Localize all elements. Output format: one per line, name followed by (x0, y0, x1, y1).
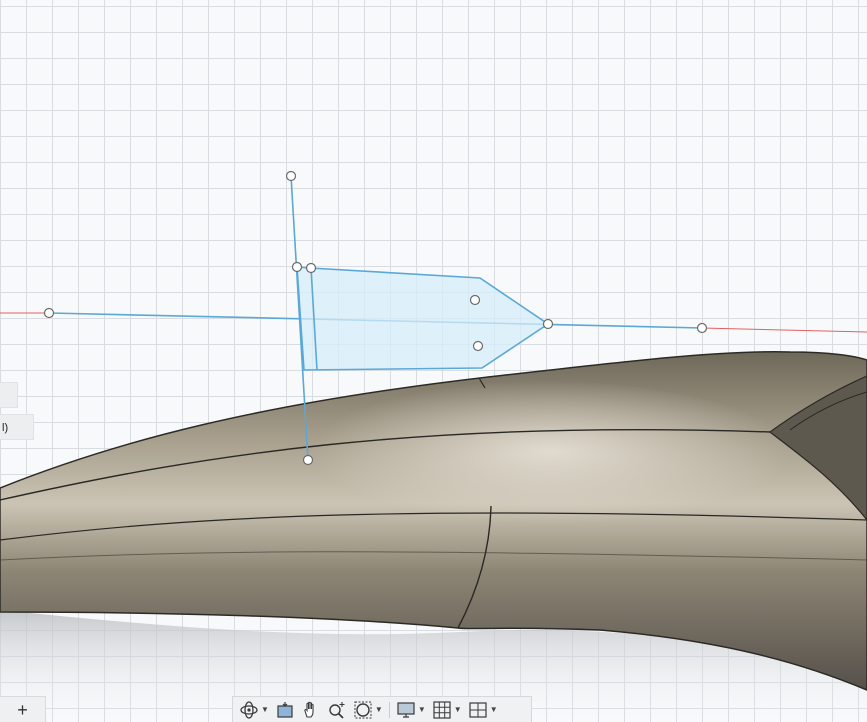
zoom-icon (329, 701, 345, 719)
sketch-point[interactable] (696, 322, 708, 334)
sketch-point[interactable] (302, 454, 314, 466)
look-at-icon (277, 701, 293, 718)
pan-button[interactable] (301, 700, 321, 720)
sketch-profile[interactable] (296, 266, 550, 371)
sketch-point[interactable] (305, 262, 317, 274)
chevron-down-icon[interactable]: ▼ (261, 705, 269, 714)
navigation-toolbar: ▼ ▼ ▼ ▼ ▼ (232, 696, 532, 722)
comments-tab-label: l) (2, 422, 9, 434)
display-settings-icon (397, 701, 415, 718)
toolbar-separator (388, 701, 390, 718)
display-settings-button[interactable]: ▼ (396, 700, 426, 720)
bottom-left-panel: + (0, 696, 46, 722)
sketch-point[interactable] (469, 294, 481, 306)
zoom-button[interactable] (327, 700, 347, 720)
grid-icon (433, 700, 451, 719)
fit-window-icon (354, 701, 372, 718)
grid-settings-button[interactable]: ▼ (432, 700, 462, 720)
pan-hand-icon (304, 701, 314, 718)
add-button[interactable]: + (17, 701, 28, 719)
chevron-down-icon[interactable]: ▼ (375, 705, 383, 714)
sketch-point[interactable] (472, 340, 484, 352)
chevron-down-icon[interactable]: ▼ (490, 705, 498, 714)
sketch-point[interactable] (43, 307, 55, 319)
orbit-button[interactable]: ▼ (239, 700, 269, 720)
look-at-button[interactable] (275, 700, 295, 720)
chevron-down-icon[interactable]: ▼ (454, 705, 462, 714)
sketch-point[interactable] (291, 261, 303, 273)
viewports-button[interactable]: ▼ (468, 700, 498, 720)
sketch-point[interactable] (285, 170, 297, 182)
canvas-viewport[interactable]: l) + ▼ ▼ ▼ ▼ ▼ (0, 0, 867, 722)
fit-window-button[interactable]: ▼ (353, 700, 383, 720)
comments-tab-collapsed[interactable]: l) (0, 414, 34, 440)
chevron-down-icon[interactable]: ▼ (418, 705, 426, 714)
3d-scene[interactable] (0, 0, 867, 722)
orbit-icon (240, 700, 258, 719)
x-axis-right (701, 327, 867, 333)
browser-tab-collapsed[interactable] (0, 382, 18, 408)
body-highlight (220, 380, 820, 560)
sketch-point[interactable] (542, 318, 554, 330)
viewports-icon (469, 701, 487, 718)
